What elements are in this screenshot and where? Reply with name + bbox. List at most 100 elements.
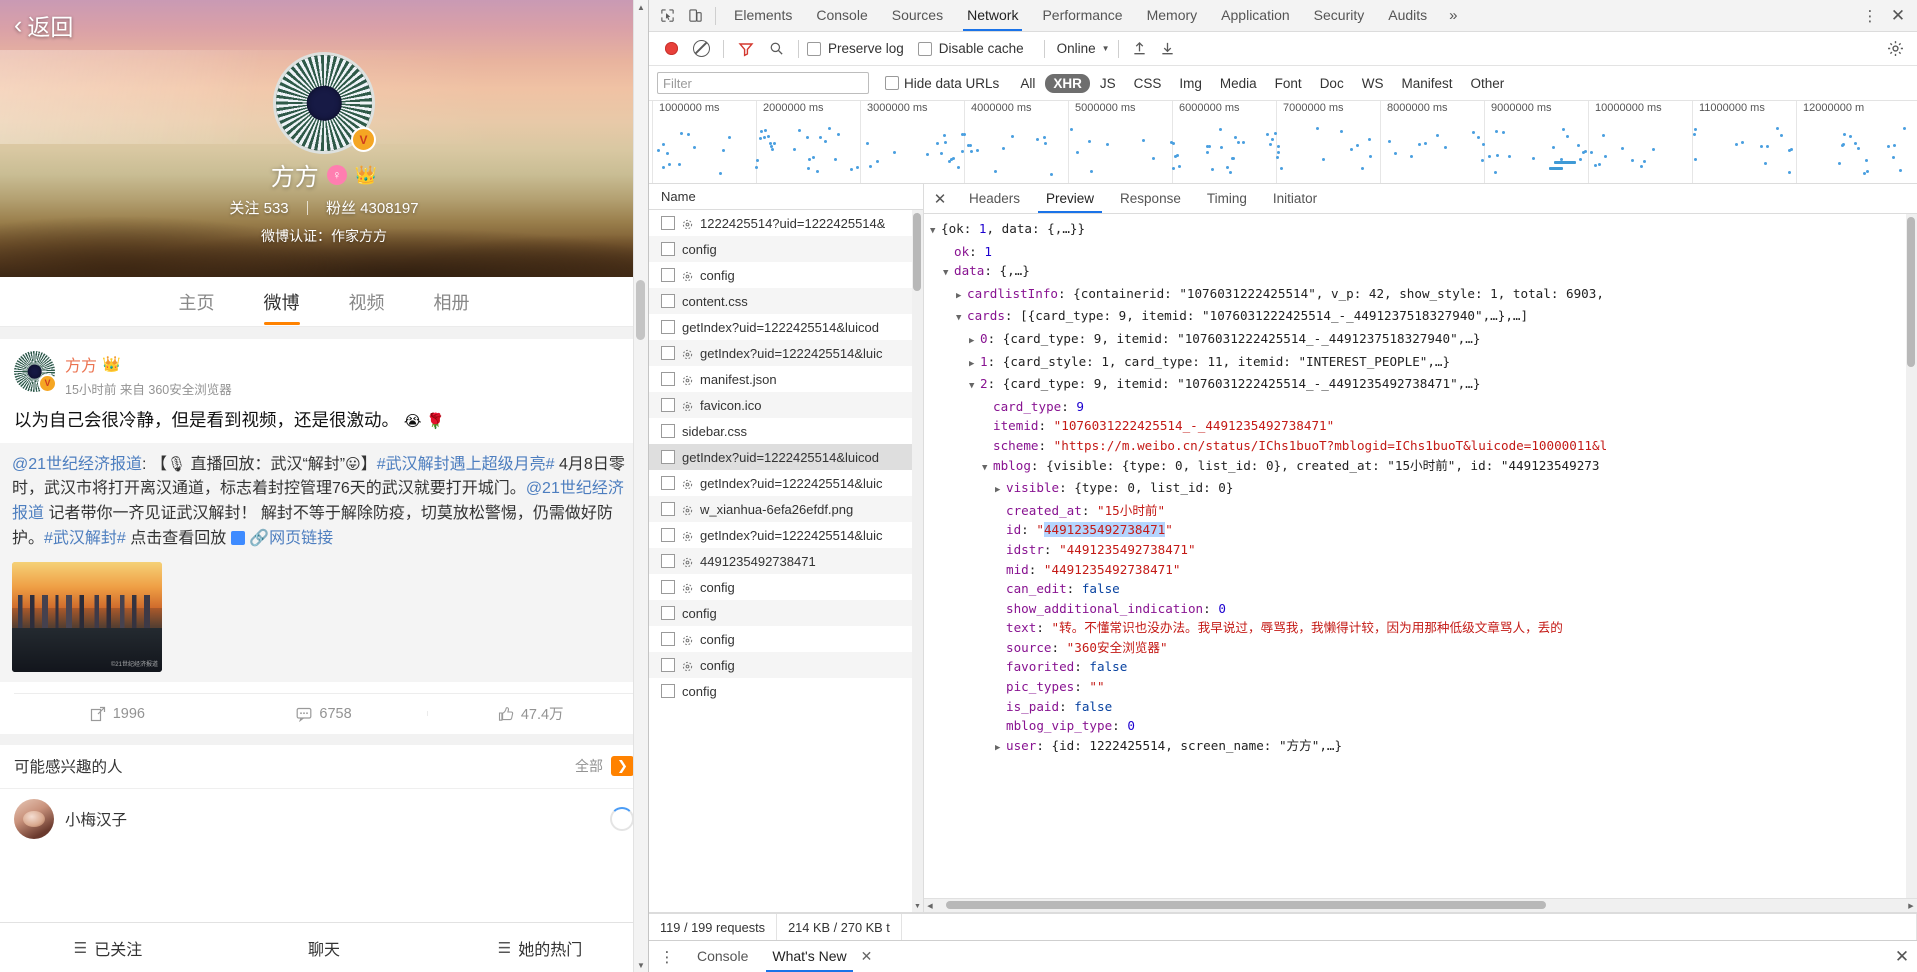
json-line[interactable]: idstr: "4491235492738471"	[930, 540, 1917, 560]
json-line[interactable]: ▶ cardlistInfo: {containerid: "1076031222…	[930, 284, 1917, 307]
post-author-row[interactable]: 方方 👑	[65, 352, 232, 376]
request-row[interactable]: content.css	[649, 288, 923, 314]
collapse-arrow-icon[interactable]: ▶	[995, 481, 1006, 501]
json-line[interactable]: can_edit: false	[930, 579, 1917, 599]
json-horizontal-scrollbar[interactable]: ◀ ▶	[924, 898, 1917, 912]
json-line[interactable]: card_type: 9	[930, 397, 1917, 417]
web-link-icon-label[interactable]: 🔗网页链接	[249, 530, 333, 547]
throttling-select[interactable]: Online ▼	[1057, 41, 1110, 56]
json-line[interactable]: ▼ mblog: {visible: {type: 0, list_id: 0},…	[930, 456, 1917, 479]
record-button[interactable]	[664, 42, 678, 55]
tab-network[interactable]: Network	[955, 0, 1030, 31]
download-icon[interactable]	[1155, 41, 1181, 56]
request-row[interactable]: getIndex?uid=1222425514&luic	[649, 340, 923, 366]
interest-all-label[interactable]: 全部	[575, 756, 603, 776]
hide-data-urls-checkbox[interactable]	[885, 76, 899, 90]
expand-arrow-icon[interactable]: ▼	[943, 264, 954, 284]
list-item[interactable]: 小梅汉子	[0, 789, 648, 849]
json-line[interactable]: source: "360安全浏览器"	[930, 638, 1917, 658]
filter-type-img[interactable]: Img	[1171, 74, 1210, 93]
hashtag-link-1[interactable]: #武汉解封遇上超级月亮#	[377, 456, 555, 473]
kebab-menu-icon[interactable]: ⋮	[649, 948, 685, 966]
disable-cache-label[interactable]: Disable cache	[939, 41, 1024, 56]
quoted-post[interactable]: @21世纪经济报道: 【🎙 直播回放：武汉“解封”😛】#武汉解封遇上超级月亮# …	[0, 442, 648, 682]
tab-headers[interactable]: Headers	[956, 184, 1033, 213]
request-checkbox[interactable]	[661, 528, 675, 542]
request-row[interactable]: w_xianhua-6efa26efdf.png	[649, 496, 923, 522]
request-checkbox[interactable]	[661, 372, 675, 386]
tab-preview[interactable]: Preview	[1033, 184, 1107, 213]
tab-timing[interactable]: Timing	[1194, 184, 1260, 213]
json-line[interactable]: ▶ 1: {card_style: 1, card_type: 11, itemi…	[930, 352, 1917, 375]
tab-security[interactable]: Security	[1302, 0, 1377, 31]
json-line[interactable]: itemid: "1076031222425514_-_449123549273…	[930, 416, 1917, 436]
back-button[interactable]: ‹ 返回	[14, 8, 73, 42]
tab-console[interactable]: Console	[804, 0, 879, 31]
request-checkbox[interactable]	[661, 476, 675, 490]
json-line[interactable]: ▼ data: {,…}	[930, 261, 1917, 284]
request-checkbox[interactable]	[661, 320, 675, 334]
request-row[interactable]: config	[649, 678, 923, 704]
disable-cache-checkbox[interactable]	[917, 41, 932, 56]
filter-type-font[interactable]: Font	[1267, 74, 1310, 93]
mention-link[interactable]: @21世纪经济报道	[12, 456, 142, 473]
request-checkbox[interactable]	[661, 398, 675, 412]
filter-type-ws[interactable]: WS	[1354, 74, 1392, 93]
filter-type-media[interactable]: Media	[1212, 74, 1265, 93]
device-toggle-icon[interactable]	[681, 4, 709, 28]
filter-type-xhr[interactable]: XHR	[1045, 73, 1090, 93]
request-row[interactable]: sidebar.css	[649, 418, 923, 444]
collapse-arrow-icon[interactable]: ▶	[956, 287, 967, 307]
json-line[interactable]: ▼ {ok: 1, data: {,…}}	[930, 219, 1917, 242]
like-action[interactable]: 47.4万	[427, 703, 634, 724]
request-list-scrollbar[interactable]: ▲ ▼	[912, 210, 923, 912]
scroll-down-icon[interactable]: ▼	[912, 901, 923, 912]
request-row[interactable]: favicon.ico	[649, 392, 923, 418]
network-timeline[interactable]: 1000000 ms 2000000 ms 3000000 ms 4000000 ms…	[649, 101, 1917, 184]
expand-arrow-icon[interactable]: ▼	[969, 377, 980, 397]
scroll-right-icon[interactable]: ▶	[1905, 899, 1917, 912]
request-checkbox[interactable]	[661, 502, 675, 516]
request-row[interactable]: config	[649, 652, 923, 678]
scroll-up-icon[interactable]: ▲	[634, 0, 648, 14]
quoted-image[interactable]: ©21世纪经济报道	[12, 561, 162, 672]
tab-elements[interactable]: Elements	[722, 0, 804, 31]
tab-initiator[interactable]: Initiator	[1260, 184, 1330, 213]
clear-icon[interactable]	[692, 40, 710, 57]
request-checkbox[interactable]	[661, 268, 675, 282]
json-line[interactable]: mblog_vip_type: 0	[930, 716, 1917, 736]
bottom-nav-hot[interactable]: ☰ 她的热门	[432, 936, 648, 960]
repost-action[interactable]: 1996	[14, 706, 221, 722]
request-checkbox[interactable]	[661, 294, 675, 308]
follow-stat[interactable]: 关注 533	[229, 200, 292, 217]
request-list[interactable]: 1222425514?uid=1222425514& config config co…	[649, 210, 923, 912]
scrollbar-thumb[interactable]	[946, 901, 1546, 909]
request-row[interactable]: getIndex?uid=1222425514&luicod	[649, 444, 923, 470]
close-icon[interactable]: ✕	[1883, 6, 1913, 26]
tab-response[interactable]: Response	[1107, 184, 1194, 213]
drawer-tab-whats-new[interactable]: What's New	[760, 941, 858, 972]
json-preview-tree[interactable]: ▼ {ok: 1, data: {,…}} ok: 1 ▼ data: {,…} ▶ car…	[924, 214, 1917, 898]
request-checkbox[interactable]	[661, 216, 675, 230]
request-row[interactable]: config	[649, 626, 923, 652]
preserve-log-label[interactable]: Preserve log	[828, 41, 904, 56]
expand-arrow-icon[interactable]: ▼	[982, 459, 993, 479]
request-checkbox[interactable]	[661, 684, 675, 698]
search-icon[interactable]	[762, 37, 790, 61]
request-row[interactable]: config	[649, 600, 923, 626]
tab-application[interactable]: Application	[1209, 0, 1302, 31]
bottom-nav-chat[interactable]: 聊天	[216, 936, 432, 960]
request-row[interactable]: config	[649, 262, 923, 288]
drawer-tab-console[interactable]: Console	[685, 941, 760, 972]
collapse-arrow-icon[interactable]: ▶	[969, 355, 980, 375]
scrollbar-thumb[interactable]	[636, 280, 645, 340]
drawer-close-icon[interactable]: ✕	[1887, 947, 1917, 967]
post-avatar[interactable]: V	[14, 351, 57, 393]
tab-audits[interactable]: Audits	[1376, 0, 1439, 31]
comment-action[interactable]: 6758	[221, 706, 428, 722]
collapse-arrow-icon[interactable]: ▶	[995, 739, 1006, 759]
drawer-tab-close-icon[interactable]: ✕	[861, 948, 873, 965]
filter-type-doc[interactable]: Doc	[1312, 74, 1352, 93]
request-row[interactable]: config	[649, 236, 923, 262]
json-line[interactable]: ▼ cards: [{card_type: 9, itemid: "1076031…	[930, 306, 1917, 329]
